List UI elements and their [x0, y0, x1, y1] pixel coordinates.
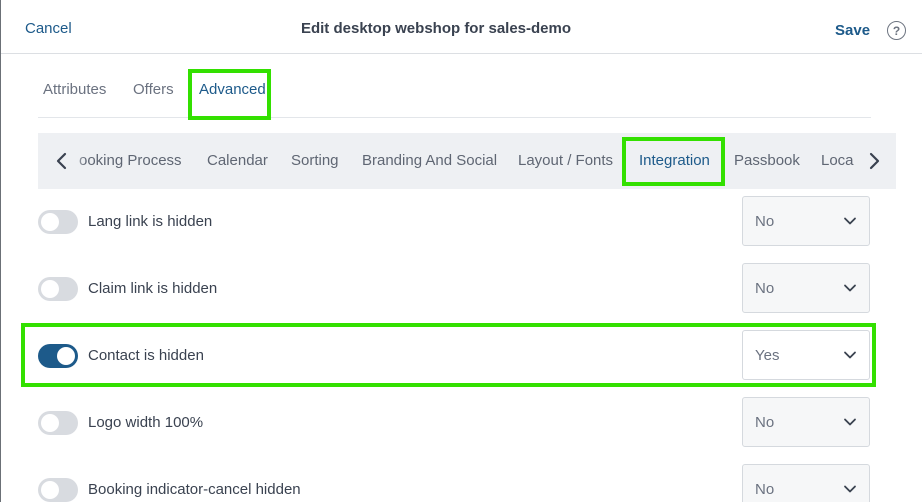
setting-row-lang-link: Lang link is hidden No [38, 196, 871, 248]
select-value: No [755, 414, 775, 431]
logo-width-select[interactable]: No [742, 397, 870, 447]
toggle-knob [41, 481, 59, 499]
chevron-down-icon [844, 351, 856, 359]
tab-advanced[interactable]: Advanced [199, 81, 266, 98]
subtab-location[interactable]: Loca [821, 152, 854, 169]
chevron-down-icon [844, 284, 856, 292]
booking-indicator-toggle[interactable] [38, 478, 78, 502]
subtab-layout-fonts[interactable]: Layout / Fonts [518, 152, 613, 169]
subtab-integration[interactable]: Integration [639, 152, 710, 169]
setting-label: Logo width 100% [88, 414, 204, 431]
tab-attributes[interactable]: Attributes [43, 81, 106, 98]
chevron-right-icon[interactable] [864, 149, 884, 173]
subtab-passbook[interactable]: Passbook [734, 152, 800, 169]
subtab-calendar[interactable]: Calendar [207, 152, 268, 169]
booking-indicator-select[interactable]: No [742, 464, 870, 502]
contact-hidden-select[interactable]: Yes [742, 330, 870, 380]
chevron-left-icon[interactable] [52, 149, 72, 173]
save-button[interactable]: Save [835, 22, 870, 39]
setting-label: Booking indicator-cancel hidden [88, 481, 301, 498]
setting-row-claim-link: Claim link is hidden No [38, 263, 871, 315]
setting-row-logo-width: Logo width 100% No [38, 397, 871, 449]
setting-row-booking-indicator: Booking indicator-cancel hidden No [38, 464, 871, 502]
claim-link-select[interactable]: No [742, 263, 870, 313]
contact-hidden-toggle[interactable] [38, 344, 78, 368]
help-icon[interactable]: ? [887, 21, 906, 40]
select-value: No [755, 481, 775, 498]
select-value: No [755, 213, 775, 230]
tab-offers[interactable]: Offers [133, 81, 174, 98]
toggle-knob [41, 280, 59, 298]
select-value: No [755, 280, 775, 297]
lang-link-toggle[interactable] [38, 210, 78, 234]
toggle-knob [57, 347, 75, 365]
active-subtab-underline [627, 183, 723, 186]
sub-tabs-bar: ooking Process Calendar Sorting Branding… [38, 133, 896, 189]
claim-link-toggle[interactable] [38, 277, 78, 301]
chevron-down-icon [844, 485, 856, 493]
chevron-down-icon [844, 217, 856, 225]
setting-label: Claim link is hidden [88, 280, 218, 297]
subtab-sorting[interactable]: Sorting [291, 152, 339, 169]
setting-row-contact: Contact is hidden Yes [38, 330, 871, 382]
select-value: Yes [755, 347, 780, 364]
top-tabs: Attributes Offers Advanced [38, 68, 871, 118]
chevron-down-icon [844, 418, 856, 426]
toggle-knob [41, 213, 59, 231]
dialog-header: Cancel Edit desktop webshop for sales-de… [1, 0, 922, 54]
toggle-knob [41, 414, 59, 432]
setting-label: Contact is hidden [88, 347, 204, 364]
subtab-booking-process[interactable]: ooking Process [79, 152, 182, 169]
logo-width-toggle[interactable] [38, 411, 78, 435]
edit-webshop-dialog: Cancel Edit desktop webshop for sales-de… [0, 0, 922, 502]
lang-link-select[interactable]: No [742, 196, 870, 246]
dialog-title: Edit desktop webshop for sales-demo [300, 20, 572, 37]
subtab-branding-and-social[interactable]: Branding And Social [362, 152, 497, 169]
setting-label: Lang link is hidden [88, 213, 213, 230]
